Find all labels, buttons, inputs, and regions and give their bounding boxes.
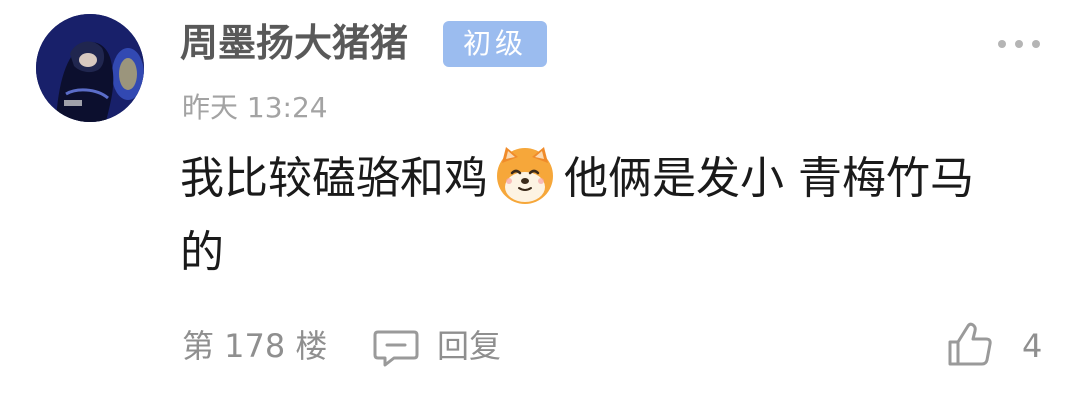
username[interactable]: 周墨扬大猪猪 [180,18,408,68]
reply-icon[interactable] [372,328,420,368]
level-badge: 初级 [443,21,547,67]
more-dot-icon [1032,40,1040,48]
more-dot-icon [998,40,1006,48]
comment-content: 我比较磕骆和鸡 他俩是发小 青梅竹马 的 [180,142,1050,290]
comment-card: 周墨扬大猪猪 初级 昨天 13:24 我比较磕骆和鸡 他俩是发小 青梅竹马 的 … [0,0,1079,405]
timestamp: 昨天 13:24 [182,91,328,124]
more-dot-icon [1015,40,1023,48]
like-count: 4 [1022,327,1043,365]
content-line-1: 我比较磕骆和鸡 他俩是发小 青梅竹马 [180,142,1050,216]
shiba-dog-emoji-icon [497,147,553,204]
content-text-before-emoji: 我比较磕骆和鸡 [180,153,488,204]
avatar[interactable] [36,14,144,122]
floor-number: 第 178 楼 [182,327,328,365]
thumbs-up-icon[interactable] [946,320,994,368]
content-text-after-emoji: 他俩是发小 青梅竹马 [564,153,974,204]
reply-button[interactable]: 回复 [437,322,501,370]
more-options-button[interactable] [998,32,1040,56]
content-line-2: 的 [180,227,224,278]
